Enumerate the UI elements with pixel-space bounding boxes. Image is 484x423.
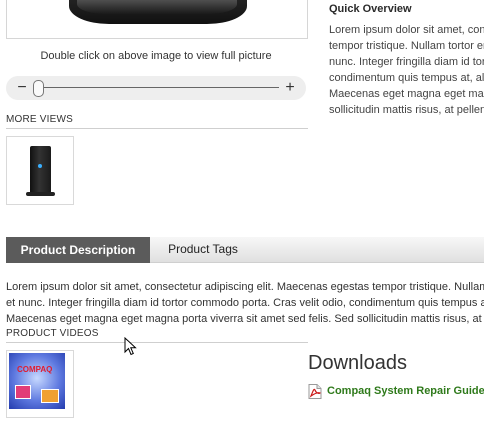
- quick-overview-line: nunc. Integer fringilla diam id tort: [329, 56, 484, 68]
- gift-box-graphic: [41, 389, 59, 403]
- power-light: [38, 164, 42, 168]
- divider: [6, 128, 308, 129]
- quick-overview-line: tempor tristique. Nullam tortor er: [329, 40, 484, 52]
- product-photo-highlight: [77, 0, 237, 14]
- main-product-image[interactable]: [6, 0, 308, 39]
- quick-overview-text: Lorem ipsum dolor sit amet, con tempor t…: [329, 22, 484, 118]
- compaq-logo: COMPAQ: [17, 365, 53, 374]
- zoom-handle[interactable]: [33, 80, 44, 97]
- downloads-heading: Downloads: [308, 352, 407, 374]
- divider: [6, 342, 308, 343]
- quick-overview-line: condimentum quis tempus at, ali: [329, 72, 484, 84]
- description-line: et nunc. Integer fringilla diam id torto…: [6, 297, 484, 309]
- quick-overview-line: sollicitudin mattis risus, at pellent: [329, 104, 484, 116]
- mouse-cursor-icon: [124, 337, 137, 356]
- more-views-heading: MORE VIEWS: [6, 114, 74, 125]
- download-link-repair-guide[interactable]: Compaq System Repair Guide: [327, 385, 484, 397]
- zoom-out-button[interactable]: −: [15, 78, 29, 98]
- more-views-thumbnail[interactable]: [6, 136, 74, 205]
- zoom-slider[interactable]: − +: [6, 76, 306, 100]
- quick-overview-line: Maecenas eget magna eget mag: [329, 88, 484, 100]
- zoom-in-button[interactable]: +: [283, 78, 297, 98]
- product-description-text: Lorem ipsum dolor sit amet, consectetur …: [6, 279, 484, 327]
- tower-stand: [26, 192, 55, 196]
- description-line: Lorem ipsum dolor sit amet, consectetur …: [6, 281, 484, 293]
- quick-overview-line: Lorem ipsum dolor sit amet, con: [329, 24, 484, 36]
- gift-box-graphic: [15, 385, 31, 399]
- product-videos-heading: PRODUCT VIDEOS: [6, 328, 99, 339]
- product-thumbnail-image: [30, 146, 51, 194]
- description-line: Maecenas eget magna eget magna porta viv…: [6, 313, 484, 325]
- quick-overview-heading: Quick Overview: [329, 3, 412, 15]
- pdf-icon[interactable]: [308, 384, 322, 399]
- tab-product-tags[interactable]: Product Tags: [150, 237, 256, 262]
- tab-product-description[interactable]: Product Description: [6, 237, 150, 263]
- product-video-thumbnail[interactable]: COMPAQ: [6, 350, 74, 418]
- zoom-track[interactable]: [36, 87, 279, 88]
- zoom-hint-text: Double click on above image to view full…: [40, 50, 272, 62]
